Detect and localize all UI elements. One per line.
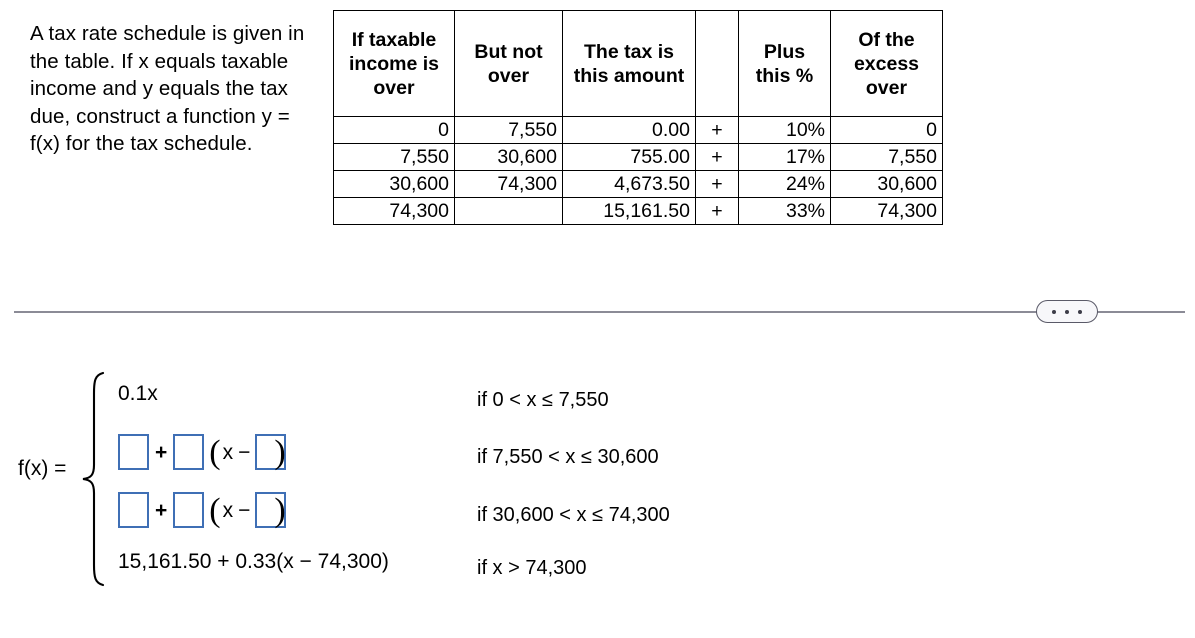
cell-plus-sign: + [695, 197, 739, 225]
cell-percent: 17% [738, 143, 831, 171]
cell-income-over: 74,300 [333, 197, 455, 225]
table-row: 74,300 15,161.50 + 33% 74,300 [333, 197, 943, 225]
cell-plus-sign: + [695, 143, 739, 171]
answer-input-box-rate-3[interactable] [173, 492, 205, 528]
condition-4: if x > 74,300 [477, 557, 587, 579]
table-header-the-tax-is-this-amount: The tax is this amount [562, 10, 696, 117]
table-header-of-the-excess-over: Of the excess over [830, 10, 943, 117]
cell-income-over: 30,600 [333, 170, 455, 198]
table-header-if-taxable-income-is-over: If taxable income is over [333, 10, 455, 117]
answer-input-box-constant-2[interactable] [118, 434, 149, 470]
answer-input-box-rate-2[interactable] [173, 434, 205, 470]
cell-percent: 33% [738, 197, 831, 225]
piecewise-row-1: 0.1x [118, 374, 158, 412]
table-header-blank [695, 10, 739, 117]
ellipsis-dot-icon [1078, 309, 1082, 314]
cell-income-over: 7,550 [333, 143, 455, 171]
section-divider [0, 300, 1195, 324]
expression-4: 15,161.50 + 0.33(x − 74,300) [118, 549, 389, 573]
minus-operator: − [238, 498, 251, 522]
minus-operator: − [238, 440, 251, 464]
answer-input-box-constant-3[interactable] [118, 492, 149, 528]
piecewise-function: f(x) = 0.1x if 0 < x ≤ 7,550 + ( x − ) i… [18, 368, 798, 590]
cell-excess-over: 74,300 [830, 197, 943, 225]
plus-operator: + [155, 498, 168, 522]
plus-operator: + [155, 440, 168, 464]
cell-excess-over: 7,550 [830, 143, 943, 171]
tax-rate-table: If taxable income is over But not over T… [333, 10, 943, 225]
ellipsis-dot-icon [1052, 309, 1056, 314]
cell-but-not-over: 7,550 [454, 116, 563, 144]
condition-2: if 7,550 < x ≤ 30,600 [477, 446, 659, 468]
cell-tax-amount: 755.00 [562, 143, 696, 171]
table-header-plus-this-percent: Plus this % [738, 10, 831, 117]
cell-tax-amount: 0.00 [562, 116, 696, 144]
cell-excess-over: 0 [830, 116, 943, 144]
cell-tax-amount: 15,161.50 [562, 197, 696, 225]
expression-1: 0.1x [118, 381, 158, 405]
cell-excess-over: 30,600 [830, 170, 943, 198]
more-options-button[interactable] [1036, 300, 1098, 323]
cell-plus-sign: + [695, 170, 739, 198]
condition-1: if 0 < x ≤ 7,550 [477, 389, 609, 411]
problem-statement: A tax rate schedule is given in the tabl… [30, 22, 305, 155]
cell-but-not-over [454, 197, 563, 225]
cell-income-over: 0 [333, 116, 455, 144]
variable-x: x [222, 440, 234, 464]
variable-x: x [222, 498, 234, 522]
piecewise-row-4: 15,161.50 + 0.33(x − 74,300) [118, 542, 389, 580]
piecewise-row-2: + ( x − ) [118, 426, 287, 478]
tax-table: If taxable income is over But not over T… [333, 10, 943, 225]
function-label: f(x) = [18, 457, 67, 480]
table-row: 7,550 30,600 755.00 + 17% 7,550 [333, 143, 943, 171]
cell-percent: 24% [738, 170, 831, 198]
condition-3: if 30,600 < x ≤ 74,300 [477, 504, 670, 526]
cell-plus-sign: + [695, 116, 739, 144]
cell-tax-amount: 4,673.50 [562, 170, 696, 198]
table-header-but-not-over: But not over [454, 10, 563, 117]
table-row: 30,600 74,300 4,673.50 + 24% 30,600 [333, 170, 943, 198]
table-header-row: If taxable income is over But not over T… [333, 10, 943, 117]
cell-percent: 10% [738, 116, 831, 144]
divider-line [14, 311, 1185, 313]
table-row: 0 7,550 0.00 + 10% 0 [333, 116, 943, 144]
piecewise-row-3: + ( x − ) [118, 484, 287, 536]
cell-but-not-over: 30,600 [454, 143, 563, 171]
ellipsis-dot-icon [1065, 309, 1069, 314]
curly-brace-icon [80, 371, 106, 587]
cell-but-not-over: 74,300 [454, 170, 563, 198]
